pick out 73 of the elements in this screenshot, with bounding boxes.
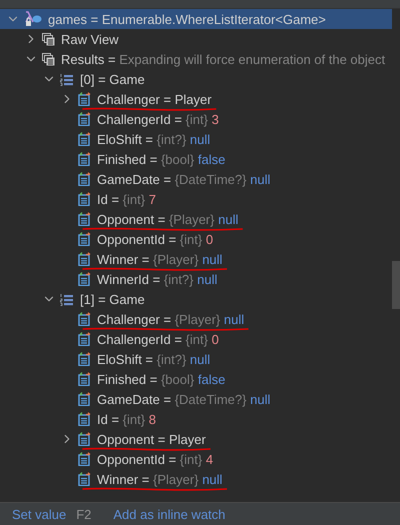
tree-row[interactable]: Challenger = {Player} null xyxy=(0,309,392,329)
numbered-list-icon xyxy=(60,292,74,306)
variable-label: Id = {int} 8 xyxy=(96,412,156,426)
variable-label: OpponentId = {int} 0 xyxy=(96,232,214,246)
property-icon xyxy=(78,252,91,266)
tree-row[interactable]: Winner = {Player} null xyxy=(0,249,392,269)
variable-label: Finished = {bool} false xyxy=(96,372,226,386)
tree-row[interactable]: EloShift = {int?} null xyxy=(0,129,392,149)
variable-label: Opponent = Player xyxy=(95,432,206,446)
tree-row[interactable]: ChallengerId = {int} 3 xyxy=(0,109,392,129)
tree-row[interactable]: Opponent = {Player} null xyxy=(0,209,392,229)
tree-row[interactable]: Finished = {bool} false xyxy=(0,369,392,389)
tree-row[interactable]: Winner = {Player} null xyxy=(0,469,392,489)
variable-label: Winner = {Player} null xyxy=(95,252,222,266)
property-icon xyxy=(78,452,91,466)
tree-row[interactable]: OpponentId = {int} 0 xyxy=(0,229,392,249)
tree-row[interactable]: OpponentId = {int} 4 xyxy=(0,449,392,469)
variable-label: Challenger = Player xyxy=(95,92,212,106)
property-icon xyxy=(78,232,91,246)
property-icon xyxy=(78,332,91,346)
tree-row[interactable]: Opponent = Player xyxy=(0,429,392,449)
variable-label: WinnerId = {int?} null xyxy=(96,272,218,286)
tree-row[interactable]: Finished = {bool} false xyxy=(0,149,392,169)
variable-label: Finished = {bool} false xyxy=(96,152,226,166)
property-icon xyxy=(78,392,91,406)
scrollbar-thumb[interactable] xyxy=(392,261,400,309)
property-icon xyxy=(78,212,91,226)
variable-label: Opponent = {Player} null xyxy=(95,212,238,226)
variable-label: GameDate = {DateTime?} null xyxy=(96,172,270,186)
variable-label: Winner = {Player} null xyxy=(95,472,222,486)
stacked-windows-icon xyxy=(42,52,55,66)
property-icon xyxy=(78,432,91,446)
variable-label: Raw View xyxy=(60,32,119,46)
tree-row[interactable]: Results = Expanding will force enumeration of the object xyxy=(0,49,392,69)
lambda-lock-icon xyxy=(24,11,42,27)
tree-row[interactable]: GameDate = {DateTime?} null xyxy=(0,389,392,409)
variable-label: EloShift = {int?} null xyxy=(96,132,210,146)
tree-row[interactable]: EloShift = {int?} null xyxy=(0,349,392,369)
tree-row[interactable]: games = Enumerable.WhereListIterator<Game> xyxy=(0,9,392,29)
variable-label: EloShift = {int?} null xyxy=(96,352,210,366)
variable-label: Results = Expanding will force enumeration of the object xyxy=(60,52,386,66)
tree-row[interactable]: Raw View xyxy=(0,29,392,49)
property-icon xyxy=(78,172,91,186)
property-icon xyxy=(78,472,91,486)
tree-row[interactable]: Challenger = Player xyxy=(0,89,392,109)
variable-label: ChallengerId = {int} 0 xyxy=(96,332,219,346)
property-icon xyxy=(78,92,91,106)
property-icon xyxy=(78,112,91,126)
variable-label: OpponentId = {int} 4 xyxy=(96,452,214,466)
tree-row[interactable]: WinnerId = {int?} null xyxy=(0,269,392,289)
variable-label: ChallengerId = {int} 3 xyxy=(96,112,219,126)
tree-row[interactable]: [1] = Game xyxy=(0,289,392,309)
variable-label: Challenger = {Player} null xyxy=(95,312,244,326)
tree-row[interactable]: [0] = Game xyxy=(0,69,392,89)
tree-row[interactable]: GameDate = {DateTime?} null xyxy=(0,169,392,189)
variable-label: GameDate = {DateTime?} null xyxy=(96,392,270,406)
property-icon xyxy=(78,192,91,206)
tree-row[interactable]: ChallengerId = {int} 0 xyxy=(0,329,392,349)
property-icon xyxy=(78,272,91,286)
tree-row[interactable]: Id = {int} 7 xyxy=(0,189,392,209)
property-icon xyxy=(78,132,91,146)
variable-label: [0] = Game xyxy=(79,72,145,86)
property-icon xyxy=(78,372,91,386)
numbered-list-icon xyxy=(60,72,74,86)
variable-label: games = Enumerable.WhereListIterator<Game> xyxy=(47,12,326,26)
property-icon xyxy=(78,352,91,366)
stacked-windows-icon xyxy=(42,32,55,46)
property-icon xyxy=(78,412,91,426)
variable-label: [1] = Game xyxy=(79,292,145,306)
property-icon xyxy=(78,312,91,326)
tree-row[interactable]: Id = {int} 8 xyxy=(0,409,392,429)
property-icon xyxy=(78,152,91,166)
variable-label: Id = {int} 7 xyxy=(96,192,156,206)
